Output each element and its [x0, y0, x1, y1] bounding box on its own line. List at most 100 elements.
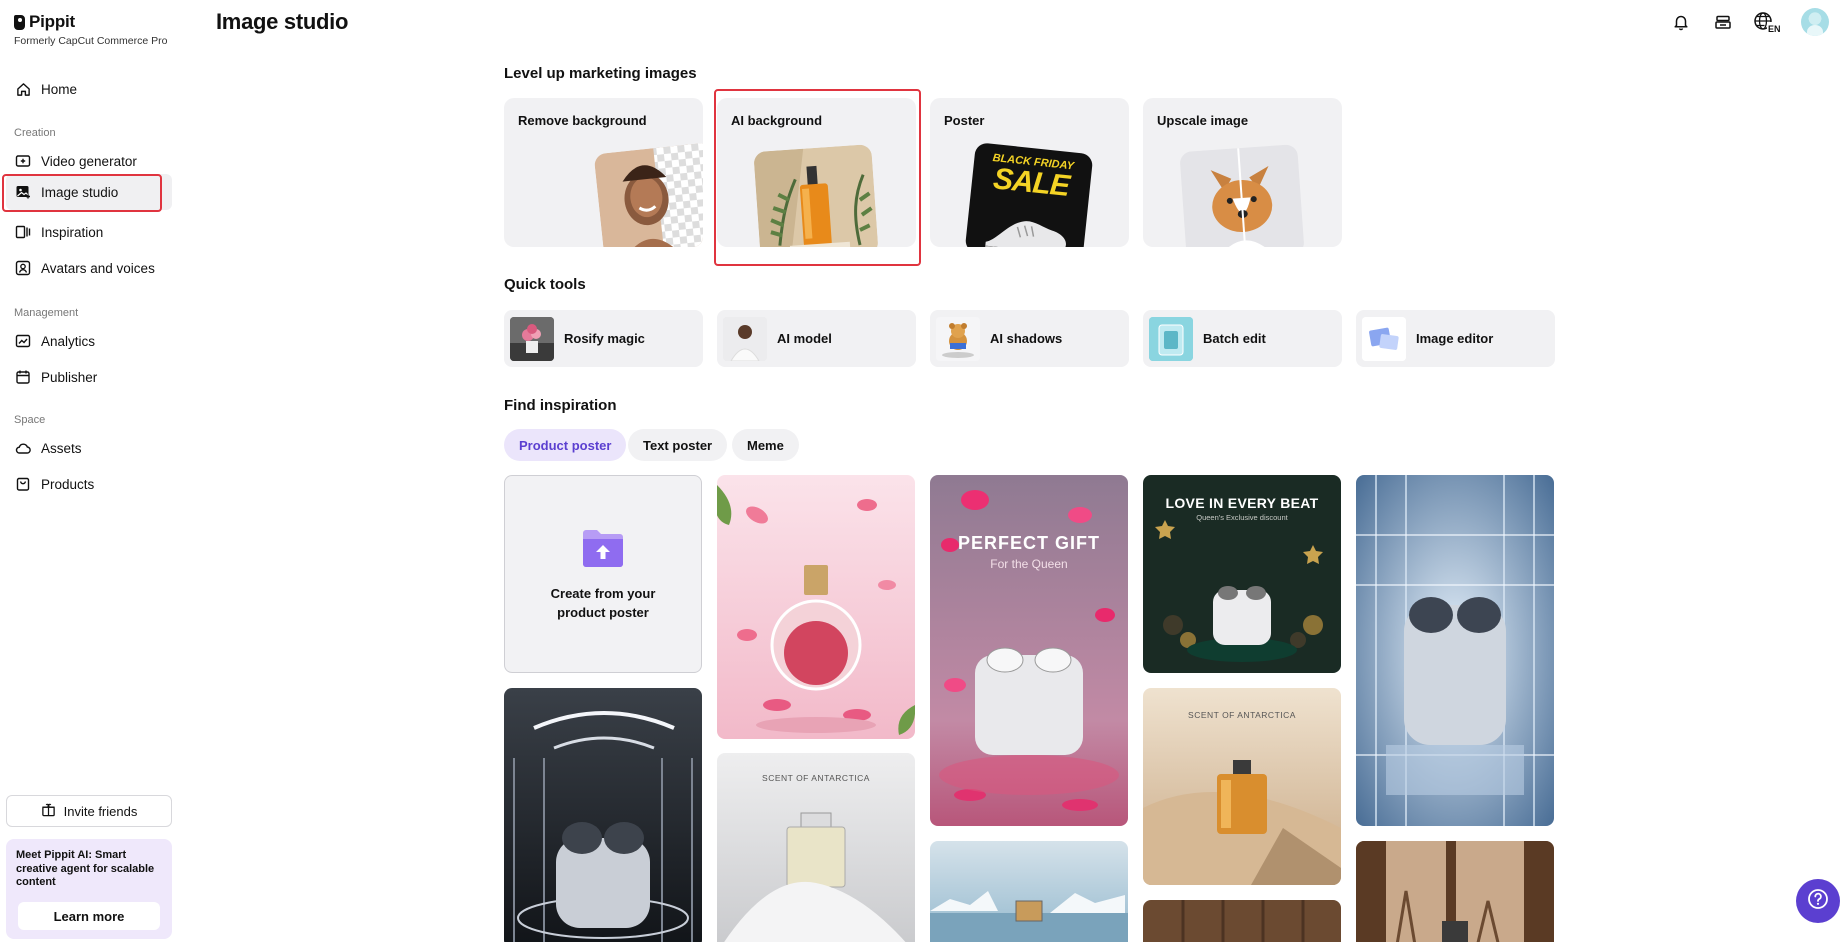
sidebar-item-image-studio[interactable]: Image studio [6, 174, 172, 210]
chip-text-poster[interactable]: Text poster [628, 429, 728, 461]
inspiration-card-perfume-petals[interactable] [717, 475, 915, 739]
sidebar-item-label: Image studio [41, 184, 119, 200]
home-icon [15, 81, 31, 97]
inspiration-icon [15, 224, 31, 240]
language-code: EN [1768, 24, 1781, 34]
upload-text-line1: Create from your [550, 585, 656, 601]
feature-card-label: Remove background [518, 113, 647, 128]
section-title-inspiration: Find inspiration [504, 397, 617, 414]
sidebar-item-avatars-voices[interactable]: Avatars and voices [6, 250, 172, 286]
brand-name: Pippit [29, 12, 76, 31]
tool-rosify-magic[interactable]: Rosify magic [504, 310, 703, 367]
sidebar-item-home[interactable]: Home [6, 71, 172, 107]
inspiration-card-earbuds-tunnel[interactable] [504, 688, 702, 942]
upload-product-poster-card[interactable]: Create from your product poster [504, 475, 702, 673]
rosify-magic-thumbnail [510, 316, 554, 361]
scent-title-1: SCENT OF ANTARCTICA [762, 773, 870, 783]
sidebar-item-label: Products [41, 476, 95, 492]
help-button[interactable] [1796, 879, 1840, 923]
upscale-image-thumbnail [1179, 144, 1305, 247]
inspiration-card-wood[interactable] [1143, 900, 1341, 942]
section-label-space: Space [14, 414, 46, 426]
language-globe-icon[interactable]: EN [1753, 10, 1783, 34]
tool-label: Batch edit [1203, 331, 1266, 346]
sidebar-item-inspiration[interactable]: Inspiration [6, 214, 172, 250]
question-mark-icon [1807, 888, 1829, 915]
ai-background-thumbnail [753, 144, 879, 247]
cloud-icon [15, 440, 31, 456]
love-poster-subtitle: Queen's Exclusive discount [1196, 513, 1288, 522]
inspiration-card-perfect-gift[interactable]: PERFECT GIFT For the Queen [930, 475, 1128, 826]
avatar-icon [15, 260, 31, 276]
tool-label: Rosify magic [564, 331, 645, 346]
ai-model-thumbnail [723, 316, 767, 361]
batch-edit-thumbnail [1149, 316, 1193, 361]
sidebar-item-label: Publisher [41, 369, 98, 385]
chip-product-poster[interactable]: Product poster [504, 429, 627, 461]
feature-card-remove-background[interactable]: Remove background [504, 98, 703, 247]
inspiration-card-winter-window[interactable] [1356, 841, 1554, 942]
image-editor-thumbnail [1362, 316, 1406, 361]
chip-meme[interactable]: Meme [732, 429, 799, 461]
feature-card-ai-background[interactable]: AI background [717, 98, 916, 247]
sidebar-item-label: Analytics [41, 333, 96, 349]
inspiration-card-earbuds-glass[interactable] [1356, 475, 1554, 826]
remove-background-thumbnail [593, 142, 703, 247]
feature-card-poster[interactable]: Poster BLACK FRIDAY SALE [930, 98, 1129, 247]
upload-card-text: Create from your product poster [551, 584, 656, 622]
tool-label: AI shadows [990, 331, 1063, 346]
sidebar-item-assets[interactable]: Assets [6, 430, 172, 466]
section-title-marketing: Level up marketing images [504, 65, 697, 82]
sidebar-item-label: Home [41, 81, 78, 97]
tool-batch-edit[interactable]: Batch edit [1143, 310, 1342, 367]
brand-logo[interactable]: Pippit [14, 12, 75, 32]
image-studio-icon [15, 184, 31, 200]
promo-text: Meet Pippit AI: Smart creative agent for… [16, 849, 155, 888]
invite-friends-button[interactable]: Invite friends [6, 795, 172, 827]
feature-card-label: Poster [944, 113, 985, 128]
ai-shadows-thumbnail [936, 316, 980, 361]
tool-ai-shadows[interactable]: AI shadows [930, 310, 1129, 367]
sidebar-item-label: Inspiration [41, 224, 104, 240]
video-plus-icon [15, 153, 31, 169]
love-poster-title: LOVE IN EVERY BEAT [1165, 495, 1319, 511]
inspiration-card-love-every-beat[interactable]: LOVE IN EVERY BEAT Queen's Exclusive dis… [1143, 475, 1341, 673]
gift-poster-subtitle: For the Queen [990, 557, 1068, 571]
gift-poster-title: PERFECT GIFT [958, 533, 1100, 553]
tool-ai-model[interactable]: AI model [717, 310, 916, 367]
gift-icon [41, 802, 56, 820]
sidebar-item-label: Assets [41, 440, 82, 456]
sidebar-item-products[interactable]: Products [6, 466, 172, 502]
sidebar: Pippit Formerly CapCut Commerce Pro Home… [0, 0, 176, 942]
tool-image-editor[interactable]: Image editor [1356, 310, 1555, 367]
feature-card-label: AI background [731, 113, 823, 128]
header-toolbar: EN [1669, 8, 1829, 36]
promo-card: Meet Pippit AI: Smart creative agent for… [6, 839, 172, 939]
tool-label: Image editor [1416, 331, 1494, 346]
calendar-icon [15, 369, 31, 385]
page-title: Image studio [216, 9, 349, 34]
inspiration-card-scent-antarctica-2[interactable]: SCENT OF ANTARCTICA [1143, 688, 1341, 885]
sidebar-item-analytics[interactable]: Analytics [6, 323, 172, 359]
product-box-icon [15, 476, 31, 492]
scent-title-2: SCENT OF ANTARCTICA [1188, 710, 1296, 720]
tool-label: AI model [777, 331, 832, 346]
inspiration-card-scent-antarctica-1[interactable]: SCENT OF ANTARCTICA [717, 753, 915, 942]
folder-upload-icon [581, 527, 625, 574]
poster-thumbnail: BLACK FRIDAY SALE [964, 142, 1094, 247]
learn-more-button[interactable]: Learn more [18, 902, 160, 930]
pippit-logo-icon [14, 14, 25, 30]
feature-card-label: Upscale image [1157, 113, 1249, 128]
section-label-creation: Creation [14, 127, 56, 139]
section-title-quick-tools: Quick tools [504, 276, 586, 293]
inbox-stack-icon[interactable] [1711, 10, 1735, 34]
inspiration-card-iceberg[interactable] [930, 841, 1128, 942]
sidebar-item-publisher[interactable]: Publisher [6, 359, 172, 395]
analytics-icon [15, 333, 31, 349]
user-avatar[interactable] [1801, 8, 1829, 36]
brand-subtitle: Formerly CapCut Commerce Pro [14, 35, 168, 47]
section-label-management: Management [14, 307, 79, 319]
notification-bell-icon[interactable] [1669, 10, 1693, 34]
feature-card-upscale-image[interactable]: Upscale image [1143, 98, 1342, 247]
upload-text-line2: product poster [557, 604, 649, 620]
